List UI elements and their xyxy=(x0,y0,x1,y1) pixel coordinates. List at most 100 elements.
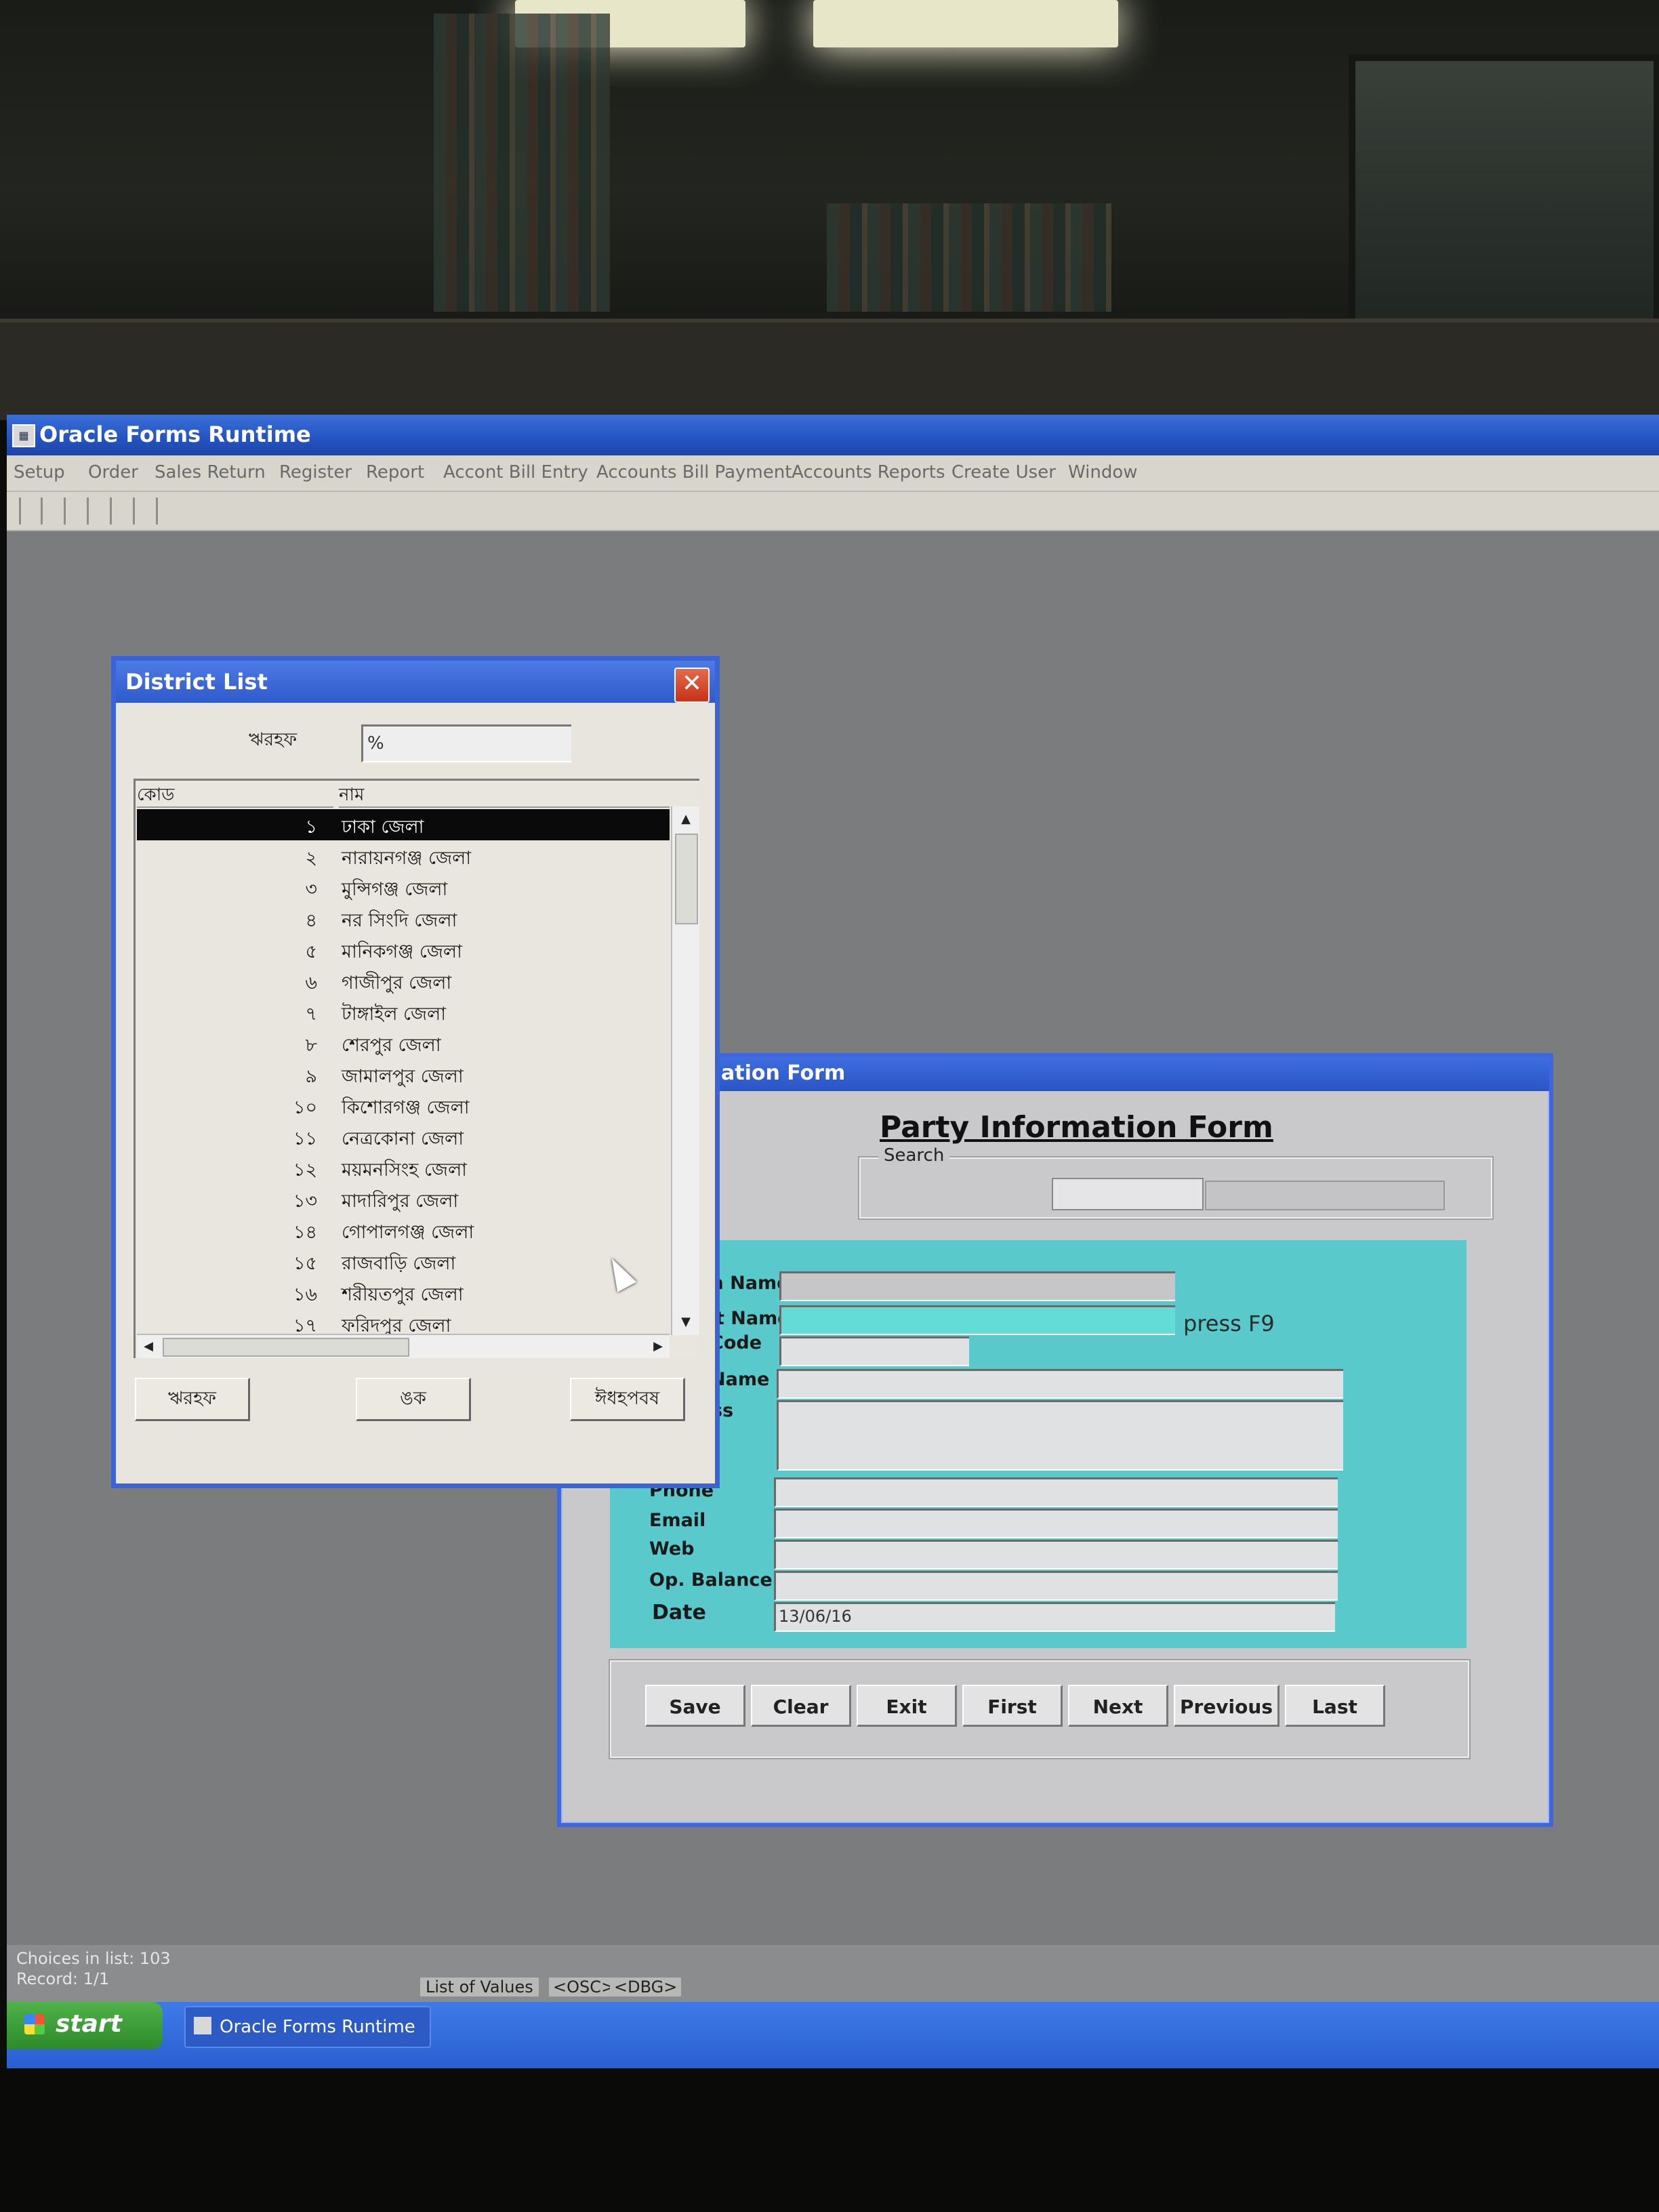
menu-accounts-bill-payment[interactable]: Accounts Bill Payment xyxy=(596,462,792,483)
bookshelf xyxy=(827,203,1111,312)
record-indicator: Record: 1/1 xyxy=(16,1969,110,1988)
district-code: ১৩ xyxy=(293,1191,317,1212)
district-row[interactable]: ৩ মুন্সিগঞ্জ জেলা xyxy=(137,872,670,903)
cancel-button[interactable]: ঈধহপবষ xyxy=(570,1378,685,1421)
field-f5[interactable] xyxy=(777,1400,1343,1471)
district-row[interactable]: ৯ জামালপুর জেলা xyxy=(137,1059,670,1090)
next-button[interactable]: Next xyxy=(1068,1685,1168,1727)
choices-count: Choices in list: 103 xyxy=(16,1949,171,1968)
press-f9-hint: press F9 xyxy=(1183,1311,1275,1336)
district-dialog-titlebar[interactable]: District List ✕ xyxy=(116,661,715,703)
district-code: ১০ xyxy=(293,1097,317,1118)
district-row[interactable]: ২ নারায়নগঞ্জ জেলা xyxy=(137,840,670,872)
district-code: ৩ xyxy=(305,879,317,900)
scroll-thumb[interactable] xyxy=(675,834,698,924)
column-header-code[interactable]: কোড xyxy=(137,781,333,808)
vertical-scrollbar[interactable]: ▲ ▼ xyxy=(671,806,699,1335)
scroll-up-icon[interactable]: ▲ xyxy=(672,809,699,830)
field-f2-active[interactable] xyxy=(779,1305,1175,1335)
hscroll-thumb[interactable] xyxy=(163,1338,409,1357)
web-field[interactable] xyxy=(774,1540,1338,1570)
menu-sales-return[interactable]: Sales Return xyxy=(155,462,266,483)
find-input[interactable]: % xyxy=(361,724,571,762)
monitor-bezel xyxy=(0,2068,1659,2212)
previous-button[interactable]: Previous xyxy=(1174,1685,1279,1727)
district-row[interactable]: ১ ঢাকা জেলা xyxy=(137,809,670,840)
search-label: Search xyxy=(878,1145,950,1166)
district-row[interactable]: ১২ ময়মনসিংহ জেলা xyxy=(137,1152,670,1183)
district-row[interactable]: ১৩ মাদারিপুর জেলা xyxy=(137,1183,670,1214)
taskbar-item-oracle-forms[interactable]: Oracle Forms Runtime xyxy=(184,2006,431,2048)
menu-report[interactable]: Report xyxy=(366,462,424,483)
menu-setup[interactable]: Setup xyxy=(14,462,65,483)
district-name: শেরপুর জেলা xyxy=(342,1035,441,1056)
district-name: ঢাকা জেলা xyxy=(342,817,424,838)
email-field[interactable] xyxy=(774,1509,1338,1538)
mdi-workspace: ation Form Party Information Form Search… xyxy=(7,531,1659,2001)
district-name: ফরিদপুর জেলা xyxy=(342,1315,451,1335)
district-code: ৫ xyxy=(305,941,317,962)
district-code: ৮ xyxy=(305,1035,317,1056)
phone-field[interactable] xyxy=(774,1477,1338,1507)
district-row[interactable]: ১৫ রাজবাড়ি জেলা xyxy=(137,1246,670,1277)
district-row[interactable]: ৭ টাঙ্গাইল জেলা xyxy=(137,996,670,1027)
district-name: টাঙ্গাইল জেলা xyxy=(342,1004,447,1025)
op-balance-field[interactable] xyxy=(774,1571,1338,1601)
district-row[interactable]: ১৭ ফরিদপুর জেলা xyxy=(137,1308,670,1335)
menu-create-user[interactable]: Create User xyxy=(951,462,1056,483)
toolbar-separator xyxy=(64,497,66,525)
osc-indicator: <OSC> xyxy=(549,1978,619,1996)
district-row[interactable]: ৬ গাজীপুর জেলা xyxy=(137,965,670,996)
horizontal-scrollbar[interactable]: ◀ ▶ xyxy=(137,1334,670,1358)
oracle-forms-icon: ▦ xyxy=(12,424,35,447)
menu-register[interactable]: Register xyxy=(279,462,352,483)
menu-window[interactable]: Window xyxy=(1068,462,1138,483)
scroll-right-icon[interactable]: ▶ xyxy=(648,1335,668,1358)
district-rows: ১ ঢাকা জেলা ২ নারায়নগঞ্জ জেলা ৩ মুন্সিগঞ্জ জ… xyxy=(137,806,670,1335)
district-row[interactable]: ১১ নেত্রকোনা জেলা xyxy=(137,1121,670,1152)
find-button[interactable]: ঋরহফ xyxy=(135,1378,250,1421)
scroll-down-icon[interactable]: ▼ xyxy=(672,1312,699,1332)
district-code: ১ xyxy=(305,817,317,838)
field-f3[interactable] xyxy=(779,1336,969,1366)
district-name: জামালপুর জেলা xyxy=(342,1066,464,1087)
district-row[interactable]: ৮ শেরপুর জেলা xyxy=(137,1027,670,1059)
column-header-name[interactable]: নাম xyxy=(339,781,670,808)
clear-button[interactable]: Clear xyxy=(751,1685,851,1727)
field-f1[interactable] xyxy=(779,1271,1175,1301)
district-code: ১৪ xyxy=(293,1222,317,1243)
district-row[interactable]: ১৬ শরীয়তপুর জেলা xyxy=(137,1277,670,1308)
label-web: Web xyxy=(649,1538,695,1559)
district-row[interactable]: ১০ কিশোরগঞ্জ জেলা xyxy=(137,1090,670,1121)
district-dialog-title: District List xyxy=(125,669,268,695)
menu-order[interactable]: Order xyxy=(88,462,138,483)
search-input[interactable] xyxy=(1052,1178,1204,1210)
scroll-left-icon[interactable]: ◀ xyxy=(138,1335,159,1358)
district-row[interactable]: ৫ মানিকগঞ্জ জেলা xyxy=(137,934,670,965)
search-input-secondary[interactable] xyxy=(1205,1181,1445,1210)
menu-accont-bill-entry[interactable]: Accont Bill Entry xyxy=(443,462,588,483)
district-name: মুন্সিগঞ্জ জেলা xyxy=(342,879,448,900)
last-button[interactable]: Last xyxy=(1285,1685,1385,1727)
field-f4[interactable] xyxy=(777,1369,1343,1399)
exit-button[interactable]: Exit xyxy=(857,1685,957,1727)
toolbar-separator xyxy=(19,497,21,525)
room-window xyxy=(1349,54,1659,352)
district-name: নেত্রকোনা জেলা xyxy=(342,1128,464,1149)
district-code: ২ xyxy=(305,848,317,869)
district-name: মাদারিপুর জেলা xyxy=(342,1191,459,1212)
district-name: ময়মনসিংহ জেলা xyxy=(342,1160,468,1181)
save-button[interactable]: Save xyxy=(645,1685,745,1727)
date-field[interactable]: 13/06/16 xyxy=(774,1602,1335,1632)
ok-button[interactable]: ঙক xyxy=(356,1378,471,1421)
toolbar-separator xyxy=(110,497,112,525)
form-heading: Party Information Form xyxy=(880,1110,1273,1145)
close-icon[interactable]: ✕ xyxy=(674,668,710,703)
first-button[interactable]: First xyxy=(962,1685,1063,1727)
district-row[interactable]: ৪ নর সিংদি জেলা xyxy=(137,903,670,934)
district-row[interactable]: ১৪ গোপালগঞ্জ জেলা xyxy=(137,1214,670,1246)
district-code: ৯ xyxy=(305,1066,317,1087)
app-title: Oracle Forms Runtime xyxy=(39,422,311,447)
start-button[interactable]: start xyxy=(7,2002,163,2049)
menu-accounts-reports[interactable]: Accounts Reports xyxy=(792,462,945,483)
